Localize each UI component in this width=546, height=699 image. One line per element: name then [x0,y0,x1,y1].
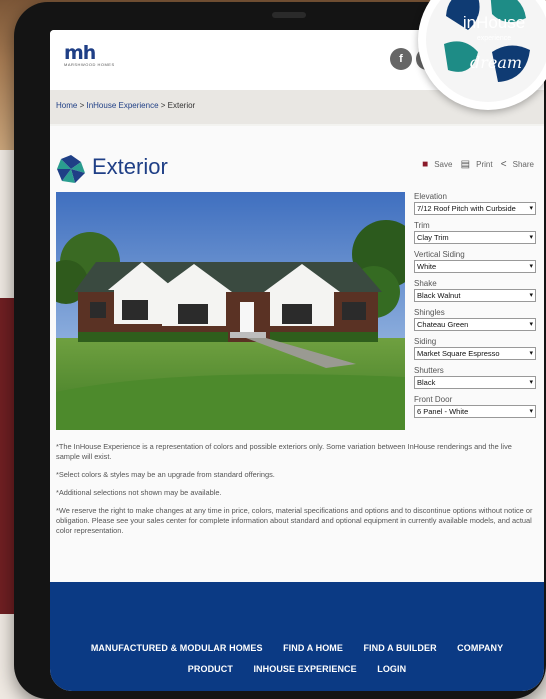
footer-link-product[interactable]: PRODUCT [188,664,233,674]
front-door-select[interactable]: 6 Panel - White ▾ [414,405,536,418]
chevron-down-icon: ▾ [529,408,533,415]
note-text: *We reserve the right to make changes at… [56,506,533,535]
option-label: Trim [414,221,430,230]
save-button[interactable]: Save [434,160,452,169]
footer-link-inhouse-experience[interactable]: INHOUSE EXPERIENCE [253,664,356,674]
footer-nav-row: MANUFACTURED & MODULAR HOMES FIND A HOME… [50,638,544,656]
chevron-down-icon: ▾ [529,350,533,357]
footer-link-login[interactable]: LOGIN [377,664,406,674]
option-shingles: Shingles Chateau Green ▾ [414,308,536,331]
badge-line3: dream [470,53,522,72]
select-value: Chateau Green [417,320,469,329]
exterior-options: Elevation 7/12 Roof Pitch with Curbside ▾… [414,192,536,424]
tablet-screen: mh MARSHWOOD HOMES f Home > InHouse Expe… [50,30,544,691]
select-value: 7/12 Roof Pitch with Curbside [417,204,516,213]
option-vertical-siding: Vertical Siding White ▾ [414,250,536,273]
chevron-down-icon: ▾ [529,292,533,299]
badge-line2: experience [477,35,511,42]
print-icon[interactable]: ▤ [461,159,470,170]
siding-select[interactable]: Market Square Espresso ▾ [414,347,536,360]
logo-mark: mh [64,42,96,64]
chevron-down-icon: ▾ [529,379,533,386]
option-trim: Trim Clay Trim ▾ [414,221,536,244]
select-value: Market Square Espresso [417,349,500,358]
note-text: *Select colors & styles may be an upgrad… [56,470,275,479]
select-value: Black [417,378,436,387]
note-text: *The InHouse Experience is a representat… [56,442,512,461]
print-button[interactable]: Print [476,160,492,169]
option-label: Shake [414,279,437,288]
note-text: *Additional selections not shown may be … [56,488,222,497]
footer-link-manufactured-modular[interactable]: MANUFACTURED & MODULAR HOMES [91,643,263,653]
select-value: Black Walnut [417,291,461,300]
breadcrumb-inhouse[interactable]: InHouse Experience [86,101,158,110]
house-rendering [56,192,405,430]
option-label: Shutters [414,366,444,375]
chevron-down-icon: ▾ [529,263,533,270]
badge-line1: inHouse [463,13,525,32]
badge-graphic: inHouse experience dream [426,0,546,102]
disclaimer-notes: *The InHouse Experience is a representat… [56,442,536,544]
share-icon[interactable]: < [501,159,507,170]
breadcrumb-separator: > [158,101,168,110]
chevron-down-icon: ▾ [529,321,533,328]
option-label: Front Door [414,395,453,404]
page-tools: ■ Save ▤ Print < Share [416,159,534,170]
inhouse-dream-badge: inHouse experience dream [418,0,546,110]
site-footer: MANUFACTURED & MODULAR HOMES FIND A HOME… [50,582,544,691]
option-elevation: Elevation 7/12 Roof Pitch with Curbside ▾ [414,192,536,215]
site-logo[interactable]: mh MARSHWOOD HOMES [64,44,124,76]
select-value: White [417,262,437,271]
option-siding: Siding Market Square Espresso ▾ [414,337,536,360]
save-icon[interactable]: ■ [422,159,428,170]
footer-nav-row: PRODUCT INHOUSE EXPERIENCE LOGIN [50,659,544,677]
main-content: Exterior ■ Save ▤ Print < Share Elevatio… [50,126,544,582]
option-label: Elevation [414,192,447,201]
page-title: Exterior [92,154,168,179]
chevron-down-icon: ▾ [529,234,533,241]
footer-link-find-home[interactable]: FIND A HOME [283,643,343,653]
option-front-door: Front Door 6 Panel - White ▾ [414,395,536,418]
facebook-icon[interactable]: f [390,48,412,70]
inhouse-logo-icon [57,155,85,183]
share-button[interactable]: Share [513,160,534,169]
footer-link-find-builder[interactable]: FIND A BUILDER [363,643,436,653]
vertical-siding-select[interactable]: White ▾ [414,260,536,273]
option-label: Shingles [414,308,445,317]
elevation-select[interactable]: 7/12 Roof Pitch with Curbside ▾ [414,202,536,215]
shingles-select[interactable]: Chateau Green ▾ [414,318,536,331]
logo-subtext: MARSHWOOD HOMES [64,62,115,67]
shutters-select[interactable]: Black ▾ [414,376,536,389]
select-value: Clay Trim [417,233,449,242]
breadcrumb-home[interactable]: Home [56,101,77,110]
tablet-camera [272,12,306,18]
select-value: 6 Panel - White [417,407,469,416]
chevron-down-icon: ▾ [529,205,533,212]
option-shake: Shake Black Walnut ▾ [414,279,536,302]
option-label: Siding [414,337,437,346]
breadcrumb: Home > InHouse Experience > Exterior [56,101,195,110]
footer-link-company[interactable]: COMPANY [457,643,503,653]
option-label: Vertical Siding [414,250,465,259]
option-shutters: Shutters Black ▾ [414,366,536,389]
trim-select[interactable]: Clay Trim ▾ [414,231,536,244]
breadcrumb-current: Exterior [167,101,196,110]
shake-select[interactable]: Black Walnut ▾ [414,289,536,302]
